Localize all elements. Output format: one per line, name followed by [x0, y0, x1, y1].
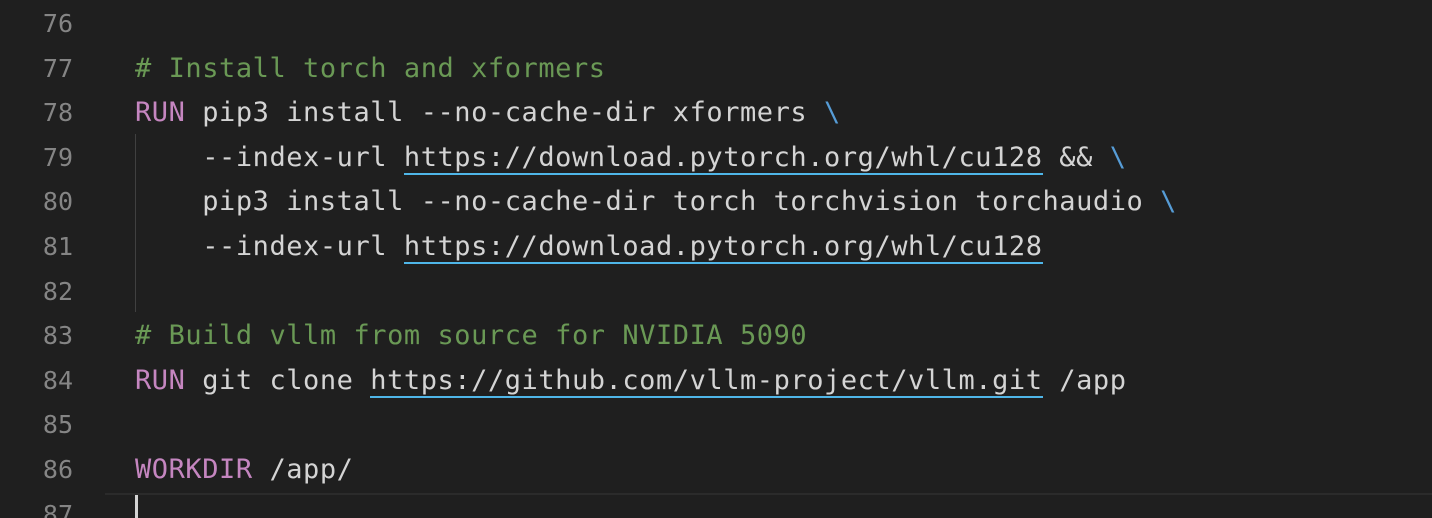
line-number: 81 [42, 232, 73, 261]
line-number: 87 [42, 499, 73, 518]
code-line[interactable]: 86 WORKDIR /app/ [0, 448, 1432, 493]
line-number: 76 [42, 9, 73, 38]
code-line[interactable]: 80 pip3 install --no-cache-dir torch tor… [0, 180, 1432, 225]
comment-token: # Install torch and xformers [135, 52, 606, 84]
line-continuation-token: \ [1109, 141, 1127, 173]
line-continuation-token: \ [824, 97, 841, 129]
code-line[interactable]: 84 RUN git clone https://github.com/vllm-… [0, 359, 1432, 404]
text-token: && [1042, 141, 1110, 173]
code-line[interactable]: 82 [0, 270, 1432, 315]
text-token: git clone [185, 364, 371, 396]
line-number: 79 [42, 142, 73, 172]
code-line[interactable]: 81 --index-url https://download.pytorch.… [0, 225, 1432, 270]
keyword-token: RUN [135, 364, 186, 396]
line-continuation-token: \ [1160, 186, 1177, 218]
line-number: 86 [42, 455, 73, 484]
text-token: pip3 install --no-cache-dir xformers [185, 97, 825, 129]
line-number: 83 [42, 321, 73, 351]
line-number: 78 [42, 98, 73, 128]
code-editor[interactable]: 76 77 # Install torch and xformers 78 RUN pi… [0, 0, 1432, 518]
code-line[interactable]: 83 # Build vllm from source for NVIDIA 50… [0, 314, 1432, 359]
url-link[interactable]: https://github.com/vllm-project/vllm.git [370, 364, 1043, 398]
code-line[interactable]: 77 # Install torch and xformers [0, 47, 1432, 92]
code-line[interactable]: 76 [0, 2, 1432, 47]
code-line[interactable]: 85 [0, 403, 1432, 448]
line-code: --index-url https://download.pytorch.org… [135, 225, 1043, 270]
line-code: RUN pip3 install --no-cache-dir xformers… [135, 91, 841, 136]
line-code: # Build vllm from source for NVIDIA 5090 [135, 314, 807, 359]
code-line[interactable]: 78 RUN pip3 install --no-cache-dir xforme… [0, 91, 1432, 136]
text-token: /app [1042, 364, 1127, 396]
comment-token: # Build vllm from source for NVIDIA 5090 [135, 320, 808, 352]
line-code: pip3 install --no-cache-dir torch torchv… [135, 180, 1177, 225]
keyword-token: WORKDIR [135, 454, 253, 485]
line-number: 80 [42, 187, 73, 217]
line-code: # Install torch and xformers [135, 47, 606, 92]
text-token: --index-url [135, 231, 404, 262]
code-line[interactable]: 79 --index-url https://download.pytorch.… [0, 136, 1432, 181]
text-cursor [135, 494, 138, 518]
text-token: pip3 install --no-cache-dir torch torchv… [135, 186, 1161, 218]
line-number: 84 [42, 365, 73, 395]
line-code: RUN git clone https://github.com/vllm-pr… [135, 359, 1127, 404]
line-number: 82 [42, 276, 73, 306]
url-link[interactable]: https://download.pytorch.org/whl/cu128 [403, 231, 1043, 264]
line-number: 85 [42, 410, 73, 440]
keyword-token: RUN [135, 97, 186, 129]
line-code: --index-url https://download.pytorch.org… [135, 136, 1127, 181]
text-token: /app/ [252, 454, 354, 485]
url-link[interactable]: https://download.pytorch.org/whl/cu128 [403, 141, 1043, 175]
line-code: WORKDIR /app/ [135, 448, 353, 493]
code-line[interactable]: 87 [0, 493, 1432, 518]
line-number: 77 [42, 53, 73, 83]
text-token: --index-url [135, 141, 404, 173]
